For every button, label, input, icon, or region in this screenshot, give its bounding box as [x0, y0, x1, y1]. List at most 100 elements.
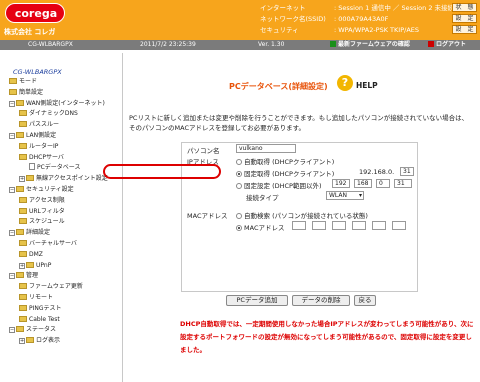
sidebar-item-label: スケジュール [29, 218, 65, 226]
ip-fixed-dhcp-radio[interactable] [236, 171, 242, 177]
ip-static-radio[interactable] [236, 183, 242, 189]
sidebar-item[interactable]: Cable Test [3, 315, 122, 326]
mac-auto-radio[interactable] [236, 213, 242, 219]
sidebar-item-label: DMZ [29, 250, 43, 258]
firmware-check-link[interactable]: 最新ファームウェアの確認 [330, 40, 410, 50]
sidebar-item[interactable]: − WAN側設定(インターネット) [3, 99, 122, 110]
connection-type-label: 接続タイプ [246, 194, 279, 202]
sidebar-item[interactable]: + ログ表示 [3, 336, 122, 347]
connection-type-select[interactable]: WLAN [326, 191, 364, 200]
tree-root[interactable]: CG-WLBARGPX [3, 67, 122, 77]
sidebar-item-label: PINGテスト [29, 304, 62, 312]
mac-manual-radio[interactable] [236, 225, 242, 231]
sidebar-item[interactable]: PINGテスト [3, 304, 122, 315]
folder-icon [26, 337, 34, 344]
info-bar: CG-WLBARGPX 2011/7/2 23:25:39 Ver. 1.30 … [0, 40, 480, 50]
sidebar-item[interactable]: アクセス制限 [3, 196, 122, 207]
sidebar-item[interactable]: パススルー [3, 120, 122, 131]
sidebar: CG-WLBARGPX モード簡単設定 − WAN側設定(インターネット) ダイナミッ… [0, 53, 123, 382]
help-label[interactable]: HELP [356, 81, 378, 90]
add-pc-button[interactable]: PCデータ追加 [226, 295, 288, 306]
sidebar-item[interactable]: ルーターIP [3, 142, 122, 153]
ip-fixed-dhcp-option[interactable]: 固定取得 (DHCPクライアント) [236, 168, 334, 178]
pc-name-label: パソコン名 [187, 147, 220, 155]
warning-message: DHCP自動取得では、一定期間使用しなかった場合IPアドレスが変わってしまう可能… [180, 320, 474, 354]
sidebar-item[interactable]: モード [3, 77, 122, 88]
security-settings-button[interactable]: 設 定 [452, 25, 477, 34]
sidebar-item-label: 詳細設定 [26, 229, 51, 237]
sidebar-item-label: リモート [29, 293, 54, 301]
sidebar-item[interactable]: − ステータス [3, 325, 122, 336]
static-ip-octet-3[interactable]: 0 [376, 179, 390, 188]
sidebar-item[interactable]: − 管理 [3, 271, 122, 282]
sidebar-item[interactable]: 簡単設定 [3, 88, 122, 99]
mac-field-6[interactable] [392, 221, 406, 230]
sidebar-item-label: ダイナミックDNS [29, 110, 78, 118]
delete-data-button[interactable]: データの削除 [292, 295, 350, 306]
sidebar-item[interactable]: ダイナミックDNS [3, 109, 122, 120]
static-ip-octet-4[interactable]: 31 [394, 179, 412, 188]
expand-icon[interactable]: + [19, 176, 25, 183]
ssid-settings-button[interactable]: 設 定 [452, 14, 477, 23]
status-button[interactable]: 状 態 [452, 3, 477, 12]
sidebar-item[interactable]: スケジュール [3, 217, 122, 228]
highlight-oval [103, 164, 221, 179]
sidebar-item[interactable]: ファームウェア更新 [3, 282, 122, 293]
folder-icon [26, 261, 34, 268]
fixed-ip-last-input[interactable]: 31 [400, 167, 414, 176]
logout-link[interactable]: ログアウト [428, 40, 466, 50]
sidebar-item-label: ファームウェア更新 [29, 283, 83, 291]
sidebar-item[interactable]: リモート [3, 293, 122, 304]
mac-auto-option[interactable]: 自動検索 (パソコンが接続されている状態) [236, 210, 368, 220]
expand-icon[interactable]: + [19, 338, 25, 345]
folder-icon [16, 131, 24, 138]
sidebar-item[interactable]: バーチャルサーバ [3, 239, 122, 250]
folder-icon [19, 153, 27, 160]
sidebar-item[interactable]: − セキュリティ設定 [3, 185, 122, 196]
status-area: インターネット: Session 1 通信中 ／ Session 2 未接続 ネ… [260, 3, 454, 36]
collapse-icon[interactable]: − [9, 230, 15, 237]
expand-icon[interactable]: + [19, 262, 25, 269]
sidebar-item[interactable]: DHCPサーバ [3, 153, 122, 164]
collapse-icon[interactable]: − [9, 273, 15, 280]
sidebar-item-label: 無線アクセスポイント設定 [36, 175, 108, 183]
sidebar-item[interactable]: − 詳細設定 [3, 228, 122, 239]
firmware-version: Ver. 1.30 [258, 41, 285, 48]
ip-static-option[interactable]: 固定設定 (DHCP範囲以外) [236, 180, 322, 190]
fixed-ip-prefix: 192.168.0. [359, 168, 395, 176]
sidebar-item-label: アクセス制限 [29, 196, 65, 204]
static-ip-octet-1[interactable]: 192 [332, 179, 350, 188]
sidebar-item-label: UPnP [36, 261, 52, 269]
sidebar-item[interactable]: DMZ [3, 250, 122, 261]
mac-field-1[interactable] [292, 221, 306, 230]
sidebar-item[interactable]: + UPnP [3, 261, 122, 272]
sidebar-item[interactable]: − LAN側設定 [3, 131, 122, 142]
sidebar-item[interactable]: URLフィルタ [3, 207, 122, 218]
help-icon[interactable]: ? [337, 75, 353, 91]
folder-icon [16, 272, 24, 279]
collapse-icon[interactable]: − [9, 186, 15, 193]
ip-auto-radio[interactable] [236, 159, 242, 165]
sidebar-item-label: 簡単設定 [19, 88, 44, 96]
collapse-icon[interactable]: − [9, 327, 15, 334]
folder-icon [19, 142, 27, 149]
corega-logo: corega [5, 3, 65, 23]
folder-icon [19, 196, 27, 203]
collapse-icon[interactable]: − [9, 132, 15, 139]
arrow-icon [330, 41, 336, 47]
ip-auto-option[interactable]: 自動取得 (DHCPクライアント) [236, 156, 334, 166]
static-ip-octet-2[interactable]: 168 [354, 179, 372, 188]
folder-icon [19, 304, 27, 311]
collapse-icon[interactable]: − [9, 100, 15, 107]
page-icon [29, 163, 35, 171]
mac-field-3[interactable] [332, 221, 346, 230]
mac-field-2[interactable] [312, 221, 326, 230]
folder-icon [9, 88, 17, 95]
mac-manual-option[interactable]: MACアドレス [236, 222, 284, 232]
back-button[interactable]: 戻る [354, 295, 376, 306]
sidebar-item-label: モード [19, 78, 38, 85]
mac-field-5[interactable] [372, 221, 386, 230]
pc-name-input[interactable]: vulkano [236, 144, 296, 153]
folder-icon [19, 110, 27, 117]
mac-field-4[interactable] [352, 221, 366, 230]
